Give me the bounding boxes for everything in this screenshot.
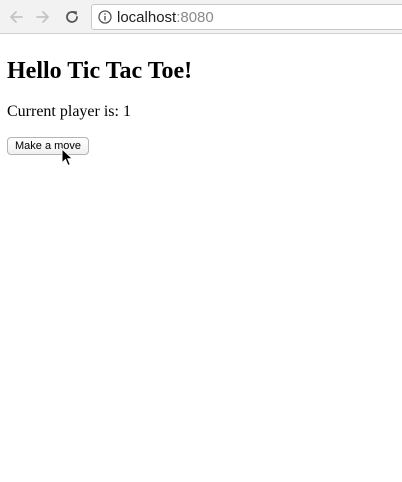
browser-toolbar: localhost:8080	[0, 0, 402, 34]
current-player-text: Current player is: 1	[7, 103, 131, 120]
mouse-cursor-icon	[61, 147, 75, 168]
page-content: Hello Tic Tac Toe! Current player is: 1 …	[0, 35, 402, 482]
make-move-button[interactable]: Make a move	[7, 137, 90, 155]
back-button[interactable]	[6, 7, 26, 27]
url-port: :8080	[176, 8, 214, 26]
url-host: localhost	[117, 8, 177, 26]
page-title: Hello Tic Tac Toe!	[7, 58, 193, 84]
reload-icon	[64, 9, 80, 25]
forward-button[interactable]	[33, 7, 53, 27]
reload-button[interactable]	[62, 7, 82, 27]
address-bar[interactable]: localhost:8080	[91, 4, 402, 30]
arrow-right-icon	[35, 9, 51, 25]
info-icon[interactable]	[98, 10, 112, 24]
arrow-left-icon	[8, 9, 24, 25]
